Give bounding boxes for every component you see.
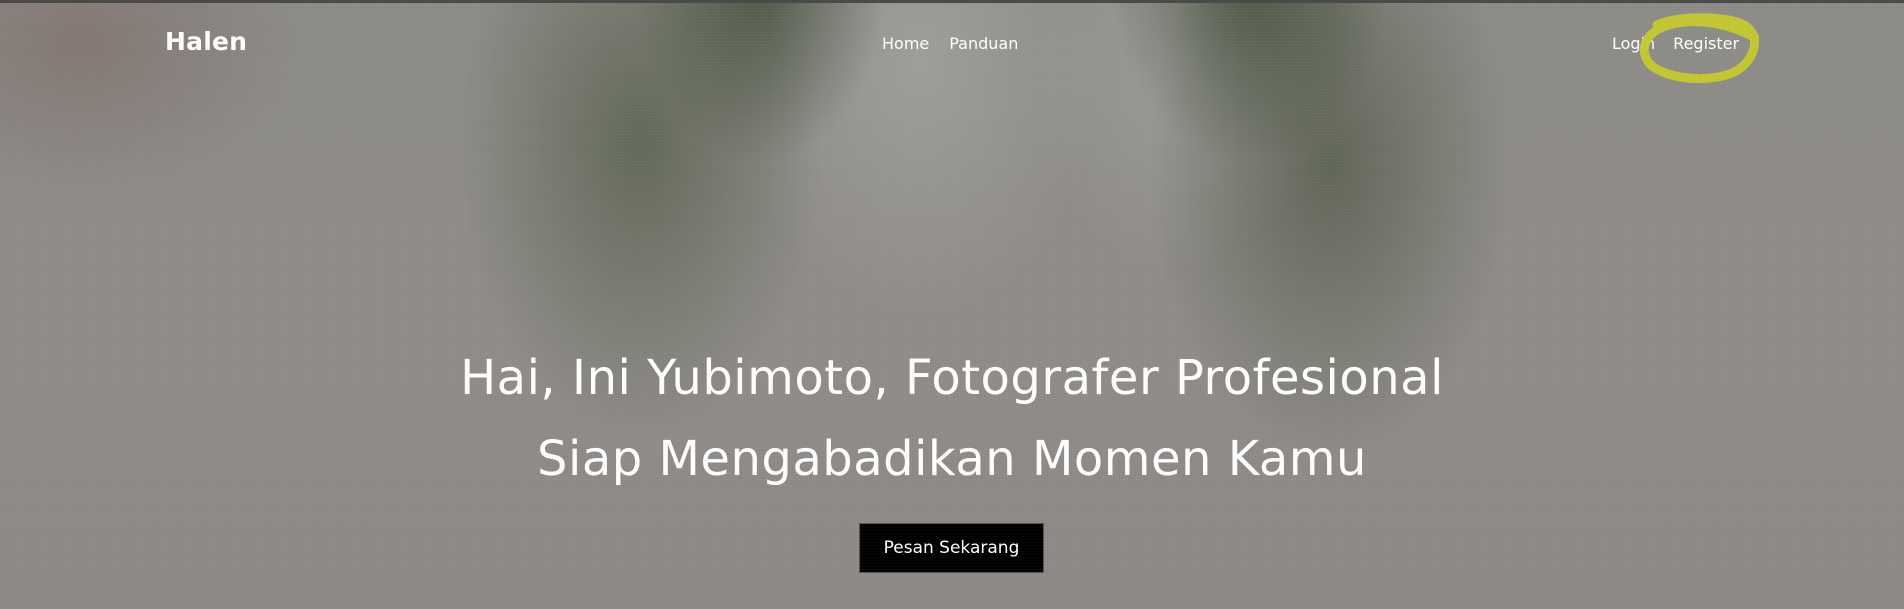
nav-home-link[interactable]: Home (882, 34, 929, 53)
register-link[interactable]: Register (1673, 34, 1739, 53)
hero-headline-line2: Siap Mengabadikan Momen Kamu (537, 431, 1367, 487)
brand-logo[interactable]: Halen (165, 27, 247, 56)
main-nav: Home Panduan (882, 34, 1018, 53)
login-link[interactable]: Login (1612, 34, 1655, 53)
order-now-button[interactable]: Pesan Sekarang (859, 523, 1044, 573)
auth-nav: Login Register (1612, 34, 1739, 53)
nav-panduan-link[interactable]: Panduan (949, 34, 1018, 53)
hero-section: Halen Home Panduan Login Register Hai, I… (0, 3, 1904, 609)
hero-headline-line1: Hai, Ini Yubimoto, Fotografer Profesiona… (460, 350, 1444, 406)
